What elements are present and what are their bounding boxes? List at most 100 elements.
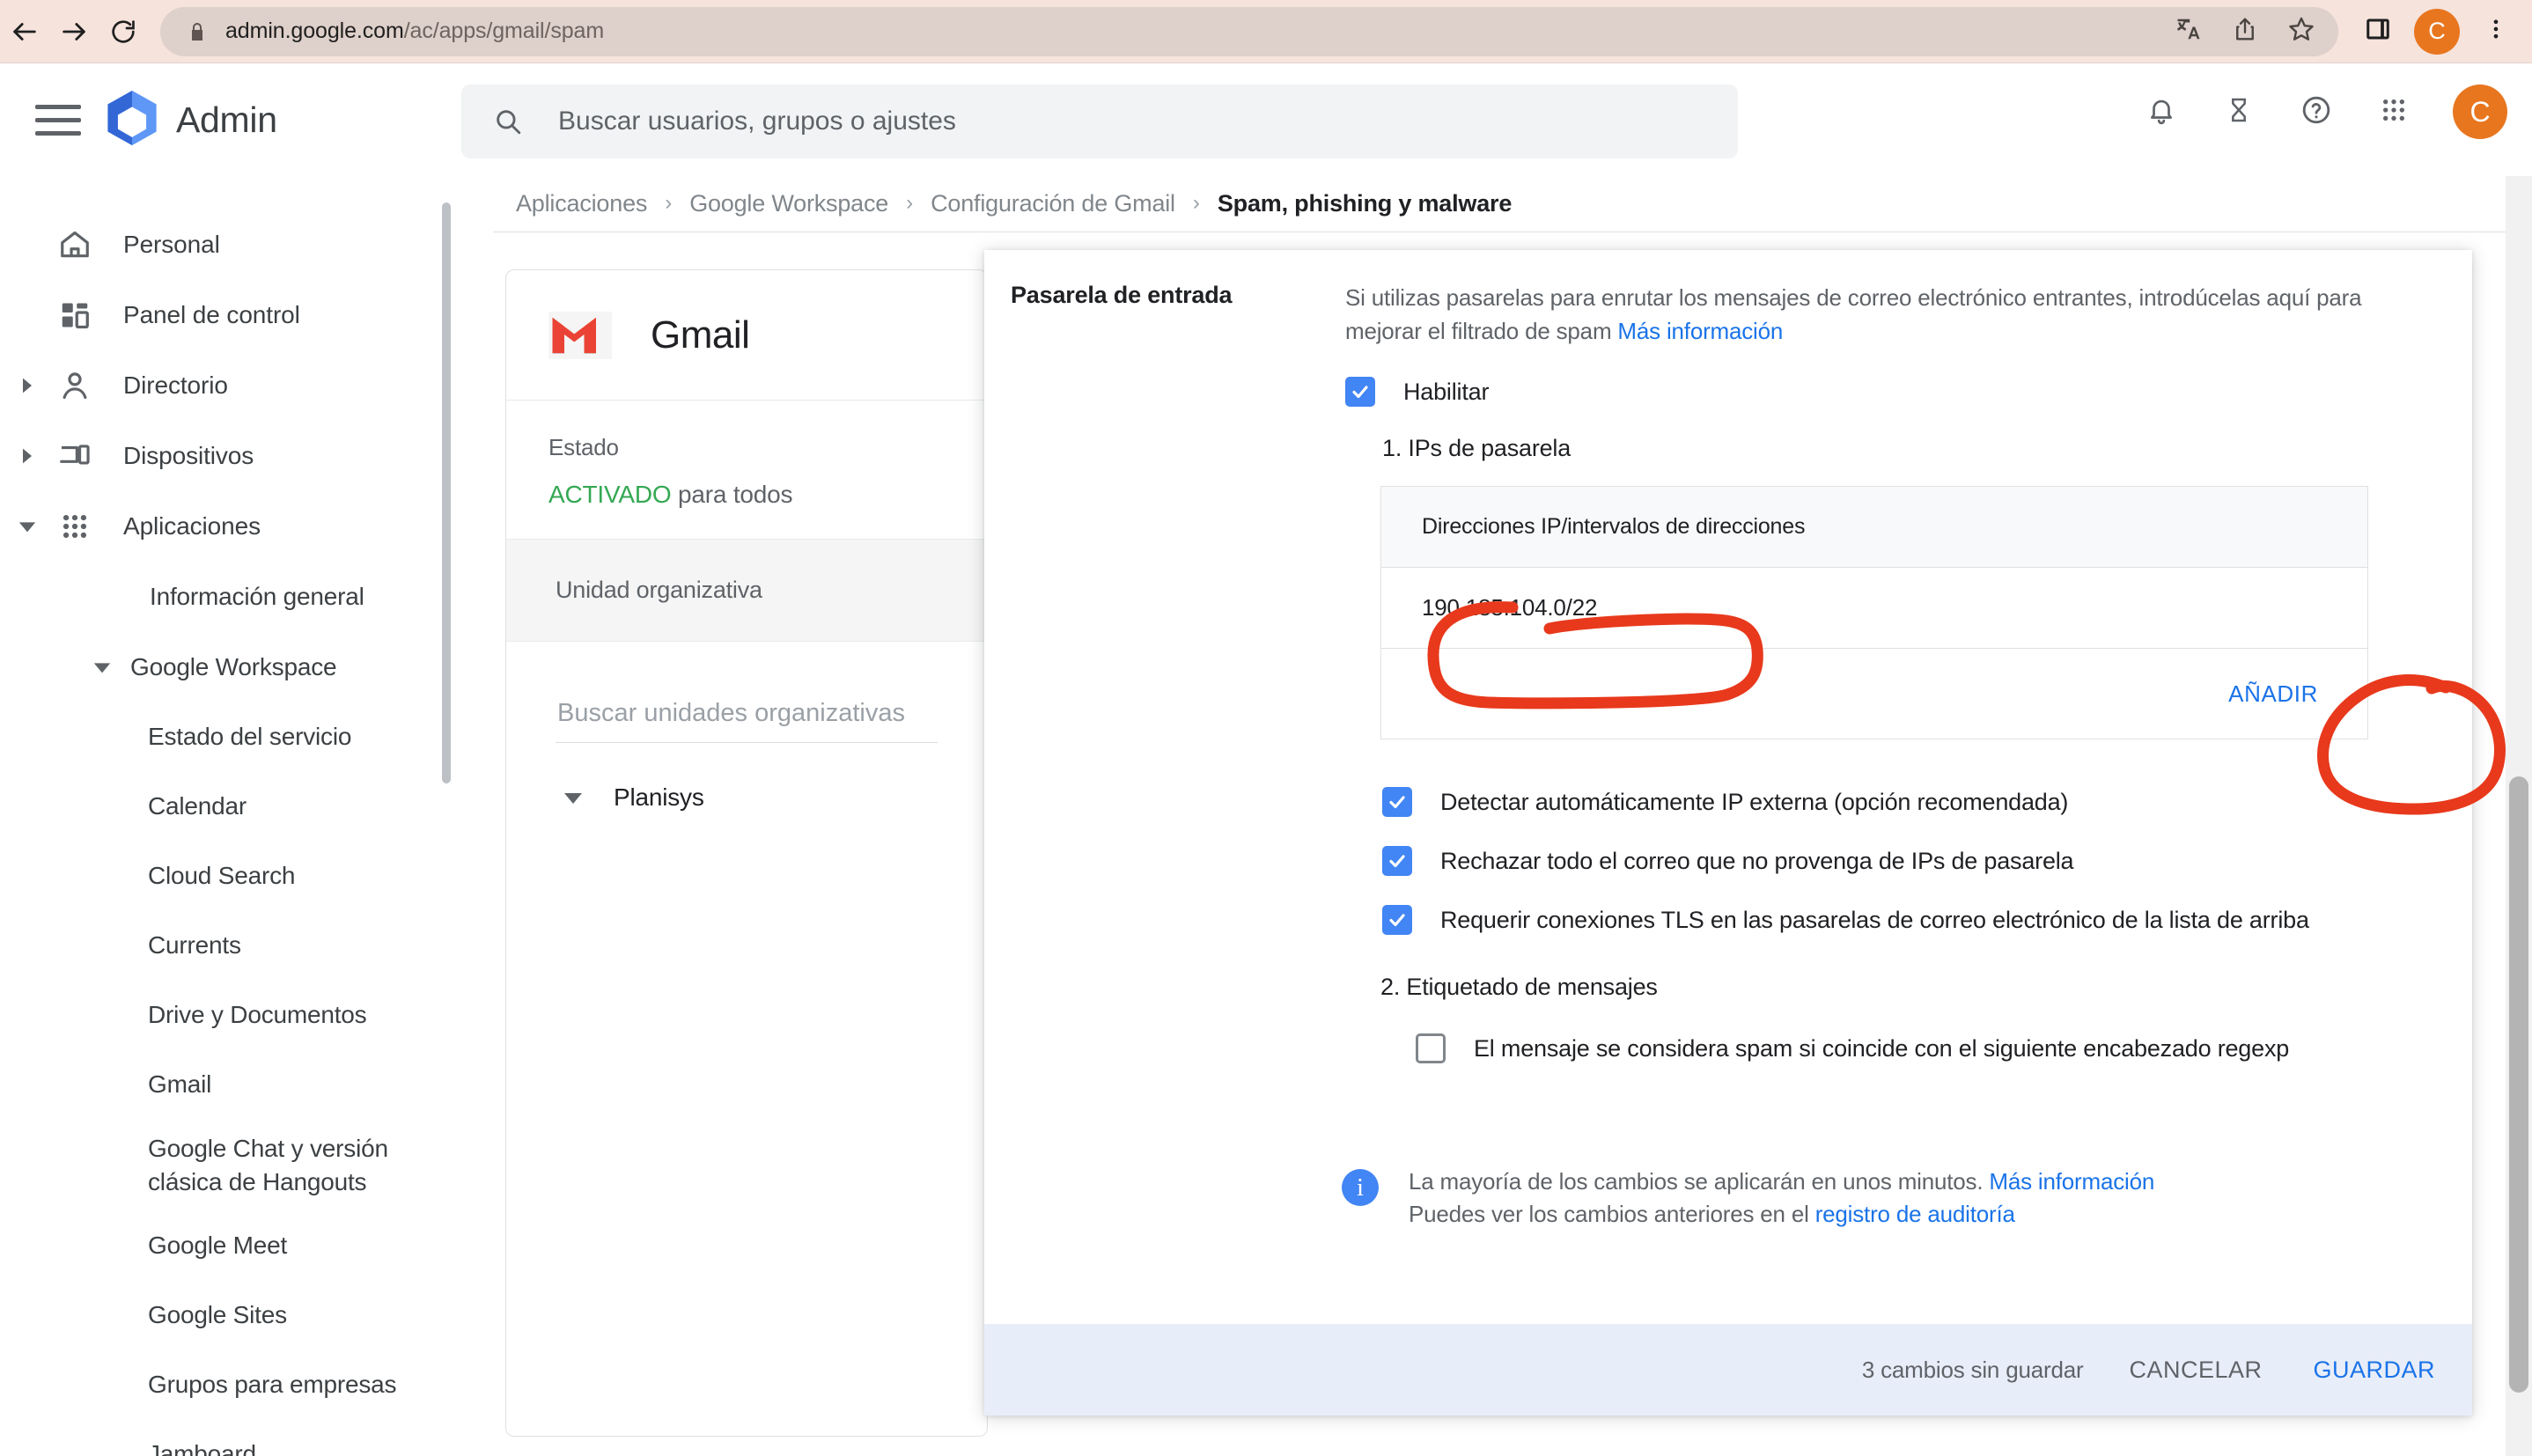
- info-line-2-text: Puedes ver los cambios anteriores en el: [1409, 1200, 1815, 1227]
- save-button[interactable]: GUARDAR: [2308, 1356, 2440, 1385]
- unsaved-changes-text: 3 cambios sin guardar: [1861, 1356, 2084, 1383]
- option-row-require-tls[interactable]: Requerir conexiones TLS en las pasarelas…: [1382, 905, 2309, 935]
- reject-mail-checkbox[interactable]: [1382, 846, 1412, 876]
- gateway-settings-panel: Pasarela de entrada Si utilizas pasarela…: [984, 250, 2472, 1416]
- translate-icon: [2175, 16, 2202, 47]
- sidebar: Personal Panel de control Directorio Dis…: [0, 176, 440, 1456]
- global-search-bar[interactable]: [461, 85, 1738, 158]
- sidebar-item-label: Estado del servicio: [148, 723, 352, 751]
- back-button[interactable]: [0, 7, 49, 56]
- org-unit-root-label[interactable]: Planisys: [614, 783, 704, 812]
- caret-right-icon[interactable]: [7, 377, 48, 394]
- breadcrumb-separator: ›: [665, 191, 673, 215]
- sidebar-item-jamboard[interactable]: Jamboard: [0, 1420, 440, 1456]
- sidebar-item-label: Información general: [150, 583, 364, 610]
- admin-logo[interactable]: Admin: [107, 90, 277, 150]
- apps-grid-icon: [48, 511, 102, 541]
- browser-profile-avatar[interactable]: C: [2414, 8, 2460, 55]
- sidebar-item-dispositivos[interactable]: Dispositivos: [0, 421, 440, 491]
- browser-menu-button[interactable]: [2469, 4, 2523, 59]
- sidebar-item-label: Google Meet: [148, 1232, 288, 1260]
- caret-down-icon[interactable]: [556, 787, 591, 808]
- sidebar-item-google-meet[interactable]: Google Meet: [0, 1211, 440, 1281]
- search-input[interactable]: [556, 106, 1677, 137]
- sidebar-item-google-chat[interactable]: Google Chat y versión clásica de Hangout…: [0, 1120, 440, 1211]
- audit-log-link[interactable]: registro de auditoría: [1815, 1201, 2015, 1227]
- status-badge: ACTIVADO para todos: [548, 481, 945, 509]
- translate-button[interactable]: [2160, 7, 2217, 56]
- hamburger-menu-icon[interactable]: [35, 97, 81, 143]
- option-label: Detectar automáticamente IP externa (opc…: [1440, 788, 2069, 815]
- caret-down-icon[interactable]: [83, 658, 121, 677]
- breadcrumb-item-configuracion-de-gmail[interactable]: Configuración de Gmail: [931, 190, 1175, 217]
- option-row-auto-detect-ip[interactable]: Detectar automáticamente IP externa (opc…: [1382, 787, 2068, 817]
- sidebar-item-directorio[interactable]: Directorio: [0, 350, 440, 421]
- tasks-button[interactable]: [2212, 85, 2266, 139]
- three-dots-icon: [2484, 17, 2508, 46]
- more-info-link[interactable]: Más información: [1617, 318, 1783, 344]
- sidebar-item-panel-de-control[interactable]: Panel de control: [0, 280, 440, 350]
- avatar[interactable]: C: [2453, 85, 2507, 139]
- sidebar-item-google-sites[interactable]: Google Sites: [0, 1281, 440, 1350]
- sidebar-item-label: Currents: [148, 931, 241, 960]
- sidebar-scrollbar[interactable]: [442, 202, 451, 783]
- google-apps-button[interactable]: [2366, 85, 2421, 139]
- sidebar-item-informacion-general[interactable]: Información general: [0, 562, 440, 632]
- table-column-header-ip: Direcciones IP/intervalos de direcciones: [1422, 514, 1806, 539]
- regexp-spam-checkbox[interactable]: [1416, 1033, 1446, 1063]
- header-actions: C: [2134, 85, 2507, 139]
- sidebar-item-grupos-para-empresas[interactable]: Grupos para empresas: [0, 1350, 440, 1420]
- sidebar-item-cloud-search[interactable]: Cloud Search: [0, 842, 440, 911]
- sidebar-item-label: Grupos para empresas: [148, 1371, 397, 1399]
- info-note-text: La mayoría de los cambios se aplicarán e…: [1409, 1166, 2154, 1231]
- enable-checkbox-label: Habilitar: [1403, 378, 1490, 405]
- enable-checkbox[interactable]: [1345, 377, 1375, 407]
- sidebar-item-personal[interactable]: Personal: [0, 210, 440, 280]
- step-2-label: 2. Etiquetado de mensajes: [1380, 974, 1658, 1000]
- arrow-right-icon: [59, 17, 89, 47]
- search-icon: [493, 107, 523, 136]
- breadcrumb-item-google-workspace[interactable]: Google Workspace: [689, 190, 888, 217]
- enable-gateway-row[interactable]: Habilitar: [1345, 377, 1489, 407]
- sidebar-item-aplicaciones[interactable]: Aplicaciones: [0, 491, 440, 562]
- sidebar-item-drive-y-documentos[interactable]: Drive y Documentos: [0, 981, 440, 1050]
- cancel-button[interactable]: CANCELAR: [2123, 1356, 2267, 1385]
- org-unit-search-input[interactable]: [556, 698, 938, 743]
- page-scrollbar-thumb[interactable]: [2509, 776, 2528, 1393]
- breadcrumb-item-aplicaciones[interactable]: Aplicaciones: [516, 190, 647, 217]
- add-button[interactable]: AÑADIR: [2223, 680, 2323, 709]
- sidebar-item-gmail[interactable]: Gmail: [0, 1050, 440, 1120]
- info-more-info-link[interactable]: Más información: [1989, 1168, 2154, 1195]
- option-row-regexp-spam[interactable]: El mensaje se considera spam si coincide…: [1416, 1033, 2289, 1063]
- sidebar-item-google-workspace[interactable]: Google Workspace: [0, 632, 440, 702]
- notifications-button[interactable]: [2134, 85, 2189, 139]
- forward-button[interactable]: [49, 7, 99, 56]
- option-row-reject-non-gateway-mail[interactable]: Rechazar todo el correo que no provenga …: [1382, 846, 2074, 876]
- info-circle-icon: i: [1342, 1169, 1379, 1206]
- caret-right-icon[interactable]: [7, 447, 48, 465]
- address-bar[interactable]: admin.google.com/ac/apps/gmail/spam: [160, 6, 2338, 56]
- sidebar-item-label: Drive y Documentos: [148, 1001, 367, 1029]
- gateway-ip-table: Direcciones IP/intervalos de direcciones…: [1380, 486, 2368, 739]
- lock-icon: [187, 21, 208, 42]
- help-button[interactable]: [2289, 85, 2344, 139]
- sidebar-item-estado-del-servicio[interactable]: Estado del servicio: [0, 702, 440, 772]
- reload-icon: [109, 18, 137, 46]
- sidebar-item-label: Directorio: [123, 371, 228, 399]
- status-rest-text: para todos: [671, 481, 793, 508]
- sidebar-item-currents[interactable]: Currents: [0, 911, 440, 981]
- auto-detect-ip-checkbox[interactable]: [1382, 787, 1412, 817]
- side-panel-button[interactable]: [2351, 4, 2405, 59]
- bookmark-button[interactable]: [2273, 7, 2330, 56]
- sidebar-item-label: Calendar: [148, 792, 247, 820]
- page-scrollbar-track[interactable]: [2506, 176, 2532, 1456]
- caret-down-icon[interactable]: [7, 517, 48, 536]
- admin-product-name: Admin: [176, 99, 277, 140]
- sidebar-item-calendar[interactable]: Calendar: [0, 772, 440, 842]
- table-row[interactable]: 190.185.104.0/22: [1381, 568, 2367, 649]
- share-button[interactable]: [2217, 7, 2273, 56]
- reload-button[interactable]: [99, 7, 148, 56]
- status-on-text: ACTIVADO: [548, 481, 672, 508]
- require-tls-checkbox[interactable]: [1382, 905, 1412, 935]
- url-text: admin.google.com/ac/apps/gmail/spam: [225, 18, 2160, 44]
